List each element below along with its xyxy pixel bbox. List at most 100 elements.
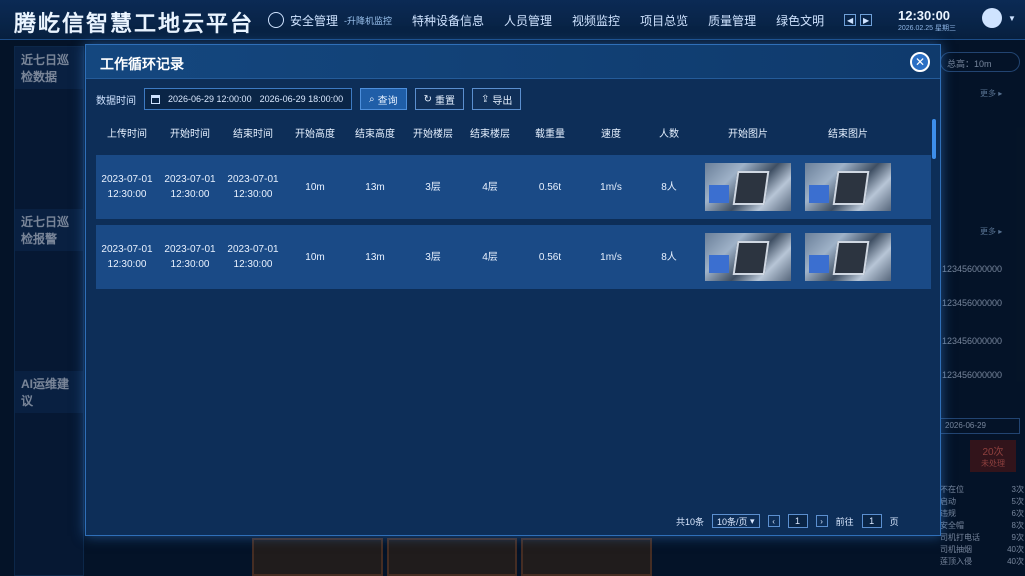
date-start: 2026-06-29 12:00:00 — [168, 94, 252, 104]
cell-date: 2023-07-01 — [227, 244, 279, 255]
end-image-cell — [798, 163, 898, 211]
query-button-label: 查询 — [377, 95, 398, 107]
close-icon[interactable]: ✕ — [910, 52, 930, 72]
start-floor-cell: 3层 — [425, 181, 441, 193]
nav-item-green[interactable]: 绿色文明 — [776, 12, 824, 29]
filter-label: 数据时间 — [96, 95, 136, 107]
nav-item-quality[interactable]: 质量管理 — [708, 12, 756, 29]
cycle-table: 上传时间 开始时间 结束时间 开始高度 结束高度 开始楼层 结束楼层 载重量 速… — [96, 123, 931, 289]
modal-title: 工作循环记录 — [100, 56, 184, 72]
cell-date: 2023-07-01 — [164, 174, 216, 185]
people-cell: 8人 — [661, 181, 677, 193]
pagination: 共10条 10条/页 ▾ ‹ 1 › 前往 1 页 — [676, 513, 899, 529]
goto-label: 前往 — [835, 516, 854, 527]
scrollbar-thumb[interactable] — [932, 119, 936, 159]
goto-page-input[interactable]: 1 — [861, 514, 882, 528]
modal-header: 工作循环记录 ✕ — [86, 45, 940, 79]
column-header: 结束图片 — [828, 128, 868, 140]
column-header: 结束高度 — [355, 128, 395, 140]
clock-time: 12:30:00 — [898, 8, 951, 23]
table-row[interactable]: 2023-07-01 12:30:00 2023-07-01 12:30:00 20… — [96, 155, 931, 219]
upload-time-cell: 2023-07-01 12:30:00 — [96, 172, 158, 202]
column-header: 速度 — [601, 128, 621, 140]
people-cell: 8人 — [661, 251, 677, 263]
reset-button-label: 重置 — [435, 95, 455, 107]
column-header: 开始时间 — [170, 128, 210, 140]
export-button[interactable]: ⇪ 导出 — [472, 88, 522, 110]
column-header: 开始高度 — [295, 128, 335, 140]
table-row[interactable]: 2023-07-01 12:30:00 2023-07-01 12:30:00 20… — [96, 225, 931, 289]
work-cycle-modal: 工作循环记录 ✕ 数据时间 2026-06-29 12:00:00 2026-0… — [85, 44, 941, 536]
filter-bar: 数据时间 2026-06-29 12:00:00 2026-06-29 18:0… — [96, 88, 522, 110]
load-cell: 0.56t — [538, 181, 562, 193]
menu-icon — [268, 12, 284, 28]
nav-item-overview[interactable]: 项目总览 — [640, 12, 688, 29]
brand-title: 腾屹信智慧工地云平台 — [14, 11, 255, 36]
reset-button[interactable]: ↻ 重置 — [414, 88, 464, 110]
start-image-thumbnail[interactable] — [705, 233, 791, 281]
column-header: 结束楼层 — [470, 128, 510, 140]
end-image-thumbnail[interactable] — [805, 233, 891, 281]
nav-arrows: ◀ ▶ — [844, 14, 873, 26]
nav-item-safety[interactable]: 安全管理 -升降机监控 — [268, 12, 392, 29]
nav-label: 安全管理 — [290, 13, 339, 28]
load-cell: 0.56t — [538, 251, 562, 263]
chevron-down-icon[interactable]: ▼ — [1008, 14, 1016, 23]
cell-time: 12:30:00 — [233, 259, 273, 270]
top-bar: 腾屹信智慧工地云平台 安全管理 -升降机监控 特种设备信息 人员管理 视频监控 … — [0, 0, 1025, 40]
start-image-cell — [698, 233, 798, 281]
start-height-cell: 10m — [305, 181, 325, 193]
query-button[interactable]: ⌕ 查询 — [360, 88, 407, 110]
upload-time-cell: 2023-07-01 12:30:00 — [96, 242, 158, 272]
cell-date: 2023-07-01 — [227, 174, 279, 185]
start-image-thumbnail[interactable] — [705, 163, 791, 211]
column-header: 人数 — [659, 128, 679, 140]
start-time-cell: 2023-07-01 12:30:00 — [158, 242, 222, 272]
search-icon: ⌕ — [369, 93, 375, 105]
user-avatar-icon[interactable] — [982, 8, 1002, 28]
chevron-down-icon: ▾ — [747, 515, 755, 526]
current-page[interactable]: 1 — [787, 514, 808, 528]
speed-cell: 1m/s — [600, 251, 622, 263]
prev-page-button[interactable]: ‹ — [767, 515, 780, 527]
cell-time: 12:30:00 — [107, 259, 147, 270]
end-floor-cell: 4层 — [482, 181, 498, 193]
nav-next-button[interactable]: ▶ — [860, 14, 873, 26]
column-header: 结束时间 — [233, 128, 273, 140]
export-icon: ⇪ — [481, 93, 490, 105]
start-floor-cell: 3层 — [425, 251, 441, 263]
date-range-picker[interactable]: 2026-06-29 12:00:00 2026-06-29 18:00:00 — [144, 88, 352, 110]
cell-time: 12:30:00 — [107, 189, 147, 200]
cell-date: 2023-07-01 — [101, 244, 153, 255]
clock-date: 2026.02.25 星期三 — [898, 25, 956, 32]
main-nav: 安全管理 -升降机监控 特种设备信息 人员管理 视频监控 项目总览 质量管理 绿… — [268, 0, 873, 40]
total-count: 共10条 — [676, 516, 705, 527]
cell-time: 12:30:00 — [233, 189, 273, 200]
end-height-cell: 13m — [365, 251, 385, 263]
start-time-cell: 2023-07-01 12:30:00 — [158, 172, 222, 202]
nav-item-equipment[interactable]: 特种设备信息 — [412, 12, 484, 29]
nav-sub-label: -升降机监控 — [344, 15, 393, 26]
page-size-select[interactable]: 10条/页 ▾ — [712, 514, 760, 528]
nav-item-video[interactable]: 视频监控 — [572, 12, 620, 29]
nav-item-personnel[interactable]: 人员管理 — [504, 12, 552, 29]
end-time-cell: 2023-07-01 12:30:00 — [222, 242, 284, 272]
end-floor-cell: 4层 — [482, 251, 498, 263]
date-end: 2026-06-29 18:00:00 — [259, 94, 344, 104]
speed-cell: 1m/s — [600, 181, 622, 193]
column-header: 上传时间 — [107, 128, 147, 140]
end-image-thumbnail[interactable] — [805, 163, 891, 211]
cell-date: 2023-07-01 — [101, 174, 153, 185]
start-height-cell: 10m — [305, 251, 325, 263]
cell-date: 2023-07-01 — [164, 244, 216, 255]
refresh-icon: ↻ — [423, 93, 432, 105]
nav-prev-button[interactable]: ◀ — [844, 14, 857, 26]
cell-time: 12:30:00 — [170, 189, 210, 200]
clock: 12:30:00 2026.02.25 星期三 — [898, 8, 956, 33]
cell-time: 12:30:00 — [170, 259, 210, 270]
end-height-cell: 13m — [365, 181, 385, 193]
next-page-button[interactable]: › — [815, 515, 828, 527]
export-button-label: 导出 — [492, 95, 513, 107]
column-header: 开始图片 — [728, 128, 768, 140]
table-header: 上传时间 开始时间 结束时间 开始高度 结束高度 开始楼层 结束楼层 载重量 速… — [96, 123, 931, 145]
